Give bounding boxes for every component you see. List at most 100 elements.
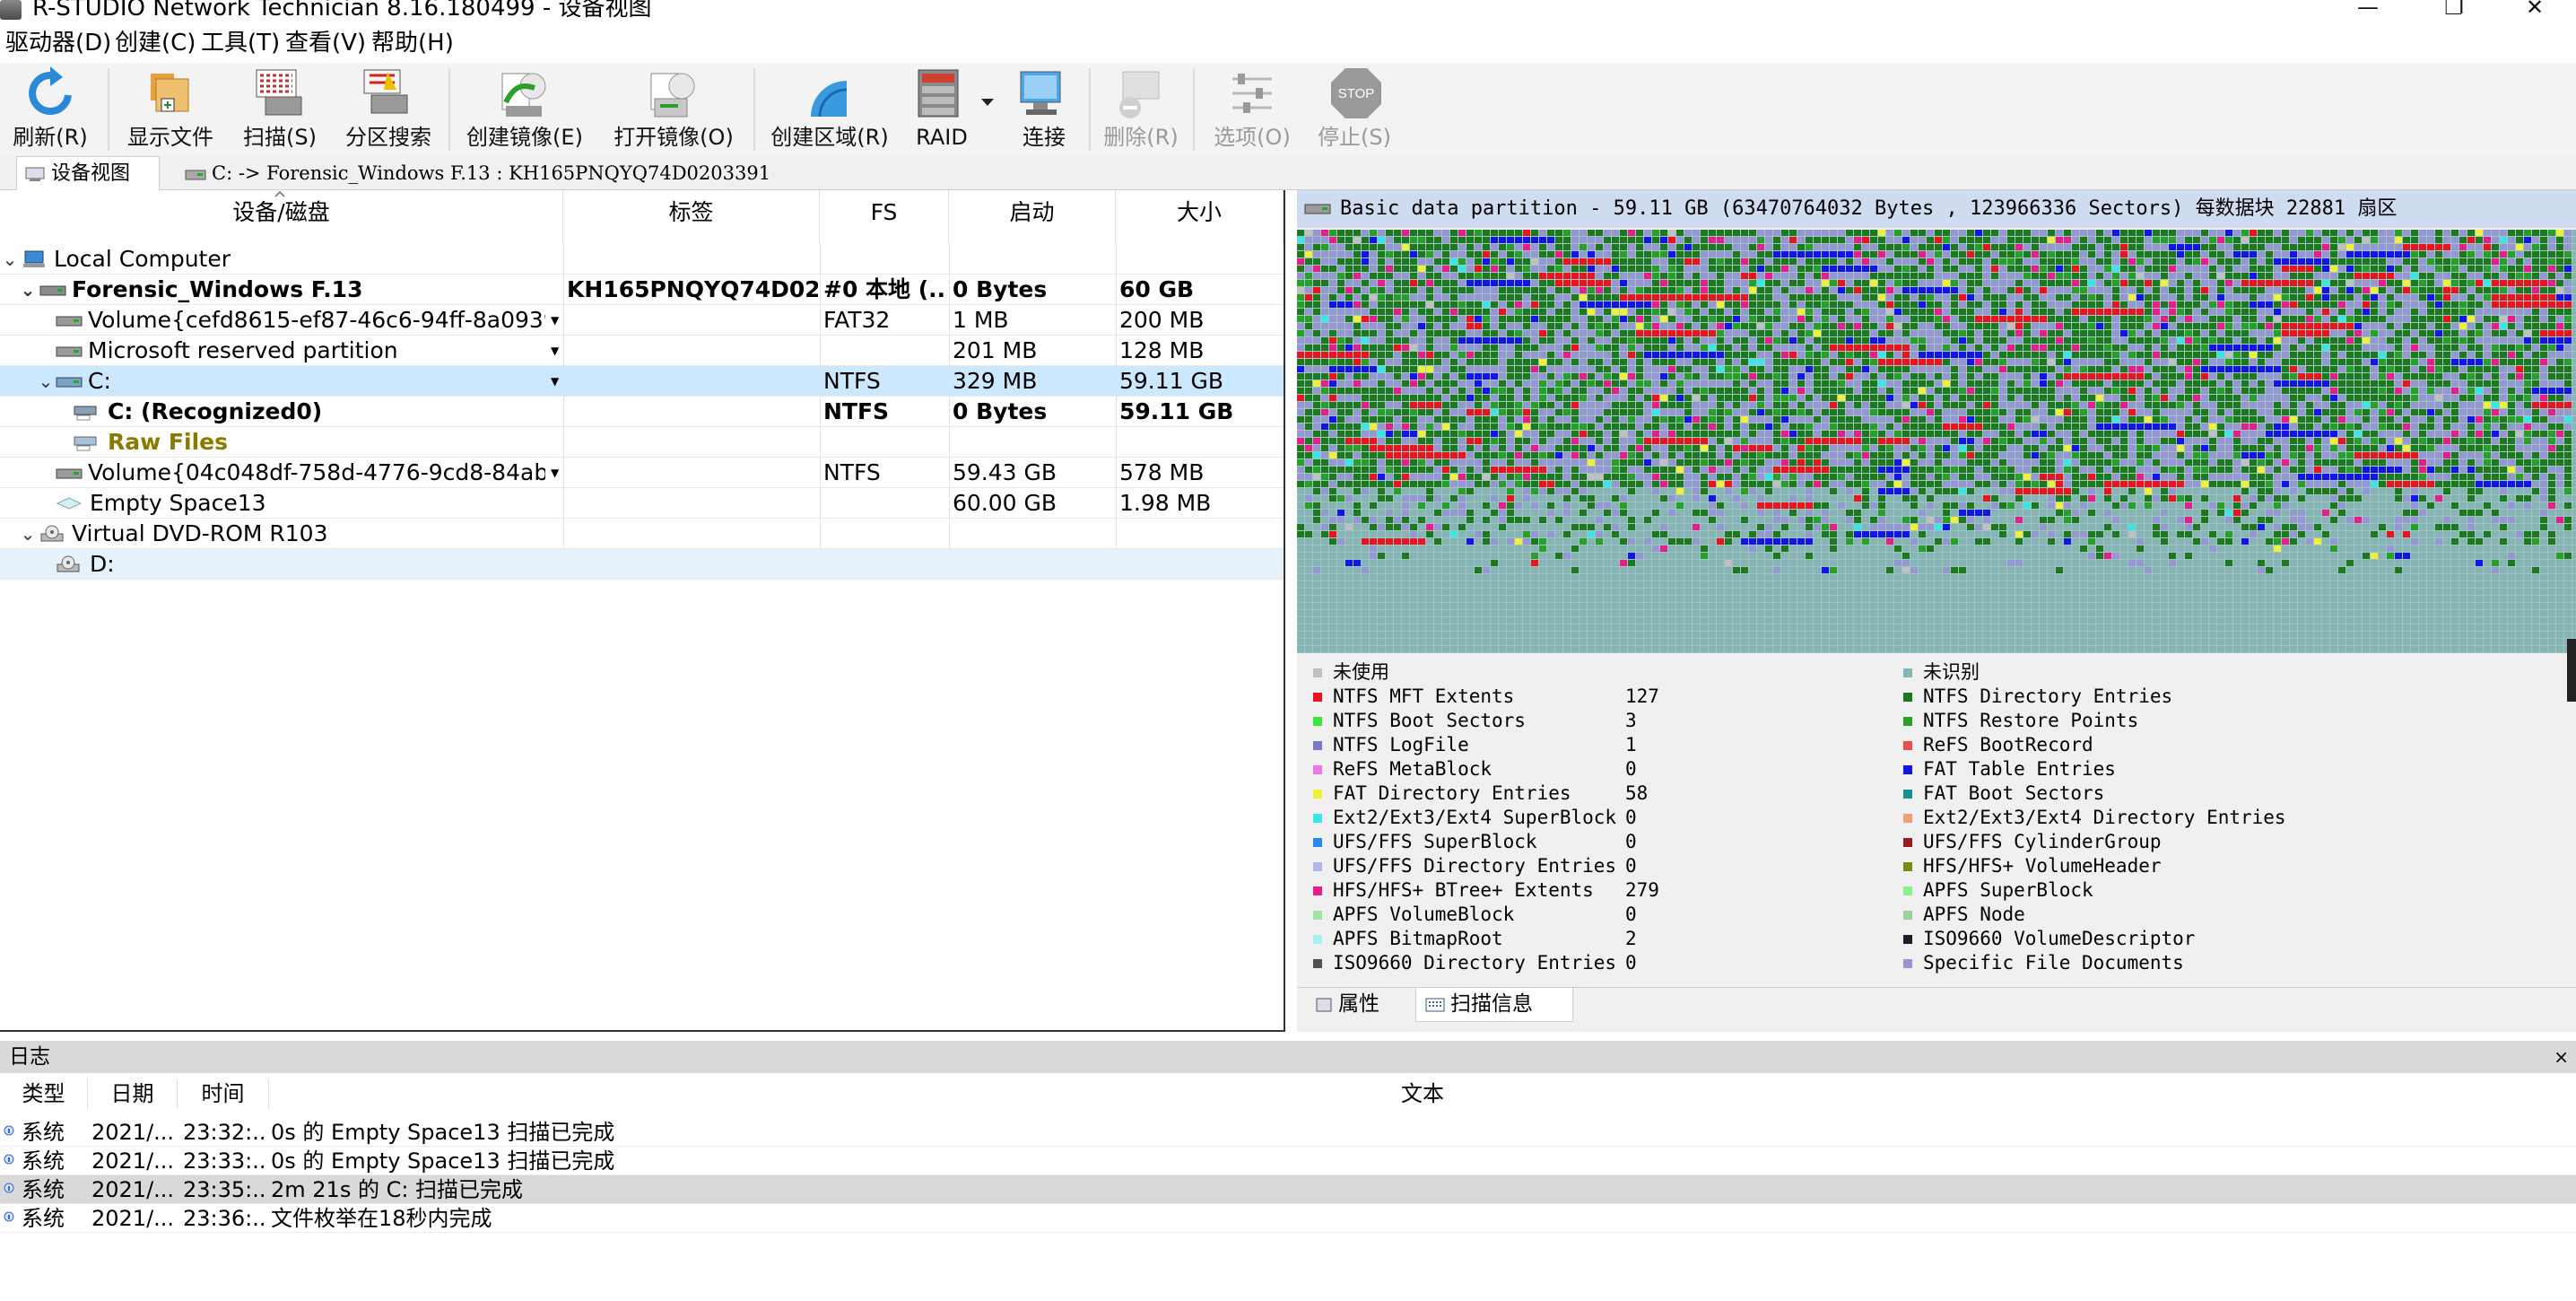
map-block [2371,316,2378,322]
map-block [1491,395,1498,401]
map-block [1612,301,1619,308]
raid-button[interactable]: RAID [906,63,978,156]
column-header-device[interactable]: 设备/磁盘 [0,190,563,244]
map-block [2185,445,2192,451]
map-block [2338,244,2345,250]
minimize-button[interactable]: — [2332,0,2404,22]
tab-scan-result[interactable]: C: -> Forensic_Windows F.13 : KH165PNQYQ… [179,156,771,190]
tree-row[interactable]: ⌄ Forensic_Windows F.13 KH165PNQYQ74D02.… [0,275,1284,305]
map-block [2225,423,2232,430]
map-block [1951,337,1958,344]
menu-view[interactable]: 查看(V) [285,29,366,57]
map-block [2193,438,2200,444]
map-block [1450,409,1458,415]
partition-search-button[interactable]: 分区搜索 [335,63,441,156]
map-block [1709,416,1716,423]
map-block [1458,366,1466,372]
create-image-button[interactable]: 创建镜像(E) [457,63,592,156]
tree-row[interactable]: Volume{04c048df-758d-4776-9cd8-84ab28...… [0,458,1284,488]
map-block [2258,280,2265,286]
map-block [2322,431,2329,437]
map-block [2040,352,2047,358]
create-region-button[interactable]: 创建区域(R) [762,63,897,156]
map-block [2467,431,2475,437]
map-block [1596,388,1603,394]
map-block [1725,237,1732,243]
tab-device-view[interactable]: 设备视图 [16,156,160,190]
column-header-size[interactable]: 大小 [1116,190,1284,244]
chevron-down-icon[interactable]: ▼ [551,305,559,336]
delete-button[interactable]: 删除(R) [1096,63,1186,156]
map-block [1894,309,1902,315]
map-block [2145,244,2152,250]
map-block [2185,373,2192,380]
collapse-toggle[interactable]: ⌄ [36,366,56,397]
open-image-button[interactable]: 打开镜像(O) [599,63,748,156]
tree-row[interactable]: Microsoft reserved partition ▼ 201 MB 12… [0,336,1284,366]
map-block [1386,266,1393,272]
collapse-toggle[interactable]: ⌄ [0,244,20,275]
tree-row[interactable]: ⌄ Virtual DVD-ROM R103 [0,519,1284,549]
raid-dropdown-button[interactable] [978,63,999,156]
map-block [1491,280,1498,286]
chevron-down-icon[interactable]: ▼ [551,458,559,488]
tree-row[interactable]: ⌄ Local Computer [0,244,1284,275]
map-block [2314,244,2321,250]
tree-row-selected[interactable]: ⌄ C: ▼ NTFS 329 MB 59.11 GB [0,366,1284,397]
collapse-toggle[interactable]: ⌄ [18,275,38,305]
chevron-down-icon[interactable]: ▼ [551,336,559,366]
options-button[interactable]: 选项(O) [1202,63,1302,156]
map-block [2064,416,2071,423]
map-block [2540,323,2547,329]
tree-row[interactable]: Empty Space13 60.00 GB 1.98 MB [0,488,1284,519]
menu-drives[interactable]: 驱动器(D) [5,29,111,57]
map-block [1717,395,1724,401]
refresh-button[interactable]: 刷新(R) [0,63,100,156]
map-block [1386,316,1393,322]
map-block [2516,251,2523,258]
map-block [2459,244,2467,250]
map-block [1757,309,1764,315]
column-header-fs[interactable]: FS [820,190,949,244]
menu-create[interactable]: 创建(C) [115,29,196,57]
map-block [2217,244,2224,250]
map-block [2467,352,2475,358]
map-block [2540,402,2547,408]
map-block [2363,316,2370,322]
collapse-toggle[interactable]: ⌄ [18,519,38,549]
map-block [2153,423,2160,430]
show-files-button[interactable]: 显示文件 [117,63,224,156]
stop-button[interactable]: STOP 停止(S) [1310,63,1399,156]
maximize-button[interactable]: ❐ [2418,0,2490,22]
disk-block-map[interactable] [1297,230,2576,653]
menu-help[interactable]: 帮助(H) [371,29,454,57]
map-block [1321,237,1328,243]
map-block [2274,423,2281,430]
scan-button[interactable]: 扫描(S) [230,63,330,156]
column-header-label[interactable]: 标签 [563,190,820,244]
map-block [1862,294,1869,301]
tree-row[interactable]: D: [0,549,1284,580]
map-block [2225,330,2232,336]
chevron-down-icon[interactable]: ▼ [551,366,559,397]
tree-row[interactable]: Raw Files [0,427,1284,458]
map-block [1596,266,1603,272]
map-block [2371,258,2378,265]
column-header-start[interactable]: 启动 [949,190,1116,244]
map-block [1531,316,1538,322]
connect-button[interactable]: 连接 [1006,63,1082,156]
map-block [2225,409,2232,415]
tree-row[interactable]: C: (Recognized0) NTFS 0 Bytes 59.11 GB [0,397,1284,427]
map-block [1458,244,1466,250]
map-block [1604,273,1611,279]
menu-tools[interactable]: 工具(T) [201,29,280,57]
map-block [2072,409,2079,415]
close-button[interactable]: ✕ [2499,0,2571,22]
map-block [1507,438,1514,444]
map-block [1983,380,1990,387]
tree-row[interactable]: Volume{cefd8615-ef87-46c6-94ff-8a09392b.… [0,305,1284,336]
map-block [1943,266,1950,272]
map-block [2056,373,2063,380]
map-block [1620,337,1627,344]
map-block [2120,258,2128,265]
